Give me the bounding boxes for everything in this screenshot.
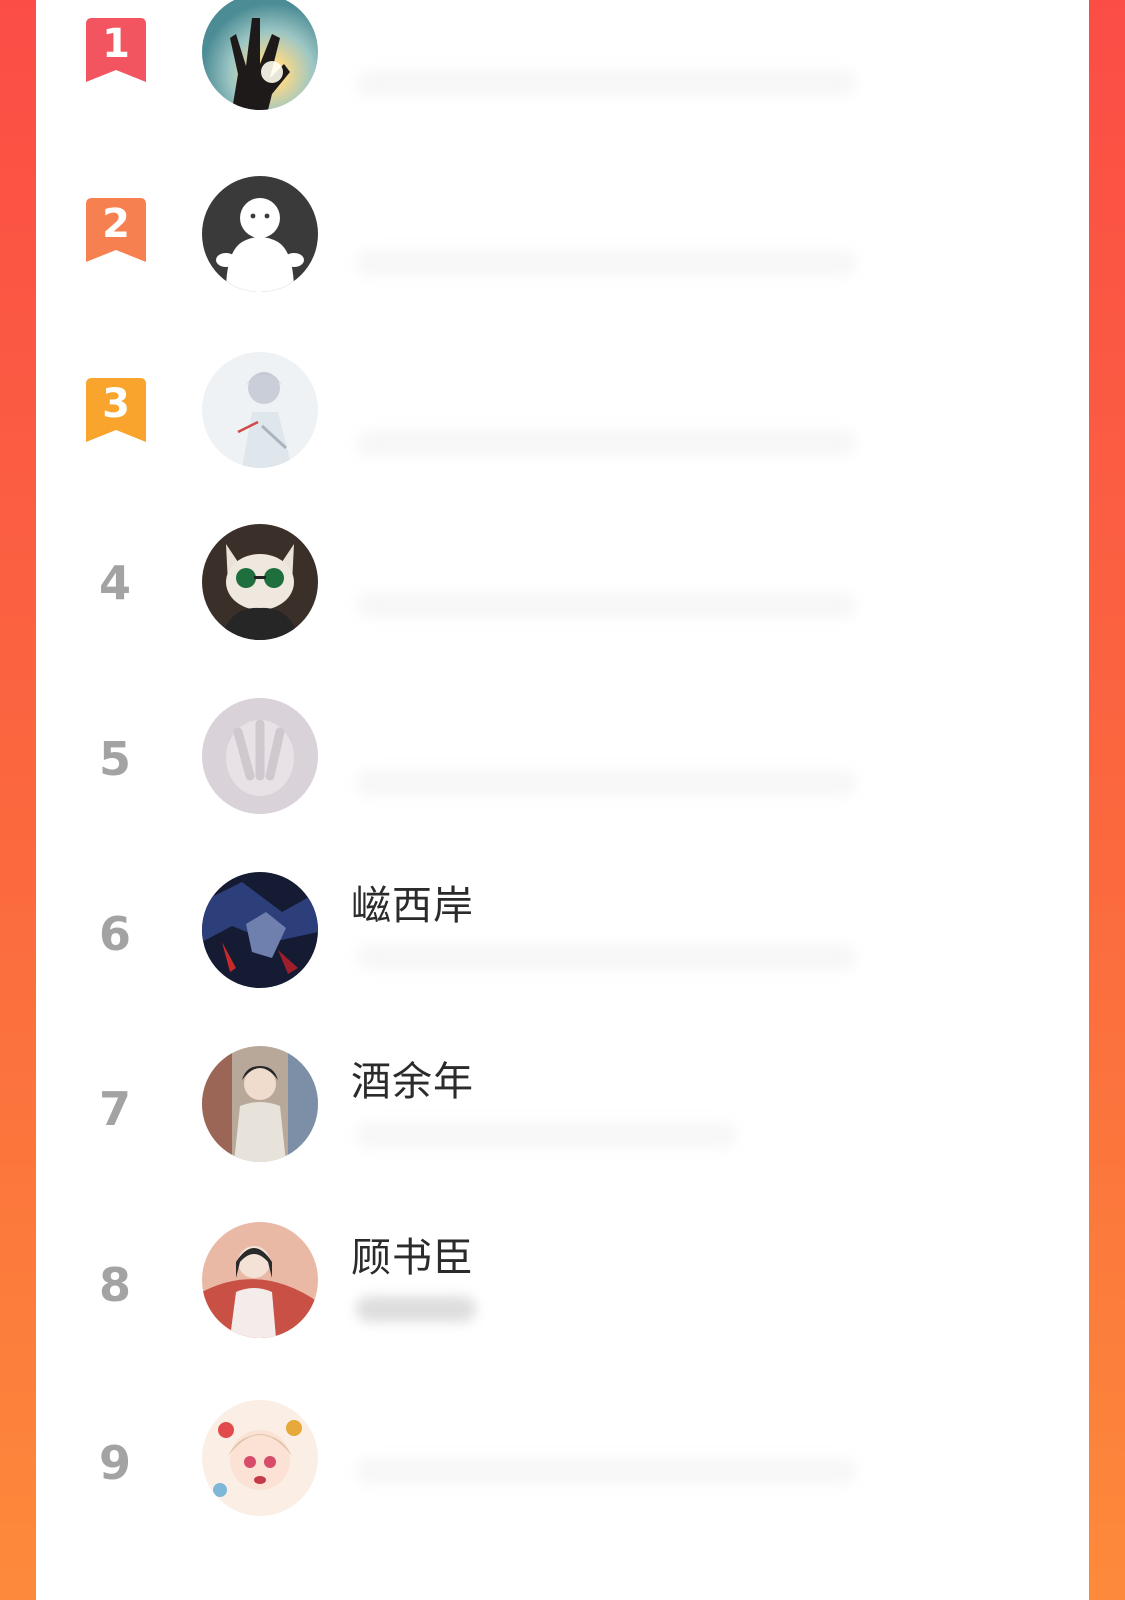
list-item[interactable]: 8 顾书臣 [36,1222,1089,1440]
anime-boy-avatar[interactable] [202,1046,318,1162]
list-item[interactable]: 5 [36,698,1089,900]
hand-ok-gesture-avatar[interactable] [202,0,318,110]
cat-with-sunglasses-avatar[interactable] [202,524,318,640]
masked-name-placeholder [356,430,856,456]
anime-character-avatar[interactable] [202,352,318,468]
rank-number: 8 [98,1258,131,1312]
page-background: 1 2 3 4 5 6 嵫西岸 7 酒余年 8 顾书臣 9 [0,0,1125,1600]
list-item[interactable]: 9 [36,1400,1089,1600]
masked-name-placeholder [356,1296,476,1322]
rank-ribbon-icon: 1 [86,18,146,82]
rank-number: 2 [102,201,130,247]
rank-number-wrap: 9 [84,1432,146,1494]
rank-number: 5 [98,732,131,786]
rank-number: 3 [102,381,130,427]
list-item[interactable]: 6 嵫西岸 [36,872,1089,1080]
list-item[interactable]: 4 [36,524,1089,720]
user-name[interactable]: 顾书臣 [351,1238,474,1278]
masked-name-placeholder [356,944,856,970]
masked-name-placeholder [356,250,856,276]
masked-name-placeholder [356,592,856,618]
blurred-hand-avatar[interactable] [202,698,318,814]
rank-number: 1 [102,21,130,67]
user-name[interactable]: 嵫西岸 [351,886,474,926]
rank-number-wrap: 7 [84,1078,146,1140]
masked-name-placeholder [356,770,856,796]
rank-number-wrap: 6 [84,903,146,965]
rank-number-wrap: 5 [84,728,146,790]
default-user-avatar[interactable] [202,176,318,292]
rank-number: 7 [98,1082,131,1136]
rank-number-wrap: 8 [84,1254,146,1316]
rank-number: 4 [98,556,131,610]
rank-ribbon-icon: 2 [86,198,146,262]
dark-anime-avatar[interactable] [202,872,318,988]
masked-name-placeholder [356,70,856,96]
rank-number: 6 [98,907,131,961]
list-item[interactable]: 7 酒余年 [36,1046,1089,1260]
list-item[interactable]: 2 [36,176,1089,360]
rank-number-wrap: 4 [84,552,146,614]
list-item[interactable]: 3 [36,352,1089,540]
masked-name-placeholder [356,1122,736,1148]
anime-girl-red-avatar[interactable] [202,1222,318,1338]
ranking-list: 1 2 3 4 5 6 嵫西岸 7 酒余年 8 顾书臣 9 [36,0,1089,1600]
user-name[interactable]: 酒余年 [351,1062,474,1102]
list-item[interactable]: 1 [36,0,1089,180]
anime-girl-flowers-avatar[interactable] [202,1400,318,1516]
masked-name-placeholder [356,1458,856,1484]
rank-number: 9 [98,1436,131,1490]
rank-ribbon-icon: 3 [86,378,146,442]
